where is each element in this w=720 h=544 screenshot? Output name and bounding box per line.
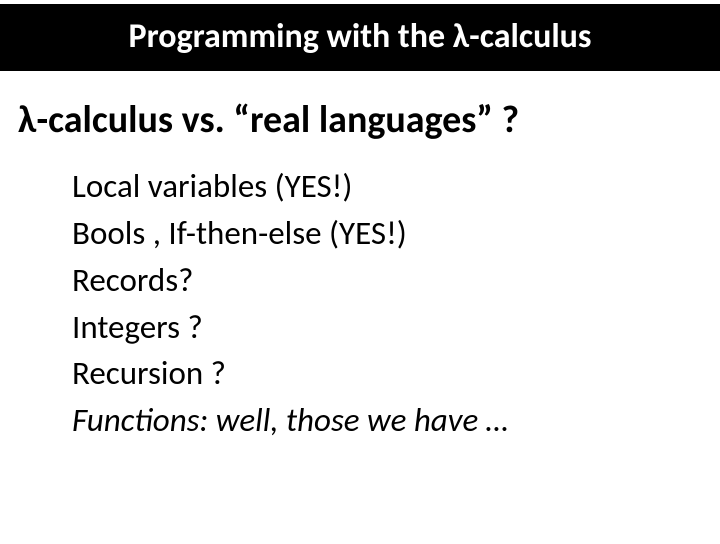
list-item: Recursion ?: [72, 350, 690, 397]
list-item: Functions: well, those we have …: [72, 397, 690, 444]
list-item: Integers ?: [72, 304, 690, 351]
item-list: Local variables (YES!) Bools , If-then-e…: [72, 163, 690, 444]
slide-subtitle: λ-calculus vs. “real languages” ?: [18, 97, 702, 143]
list-item: Bools , If-then-else (YES!): [72, 210, 690, 257]
slide-title: Programming with the λ-calculus: [0, 4, 720, 71]
list-item: Local variables (YES!): [72, 163, 690, 210]
list-item: Records?: [72, 257, 690, 304]
